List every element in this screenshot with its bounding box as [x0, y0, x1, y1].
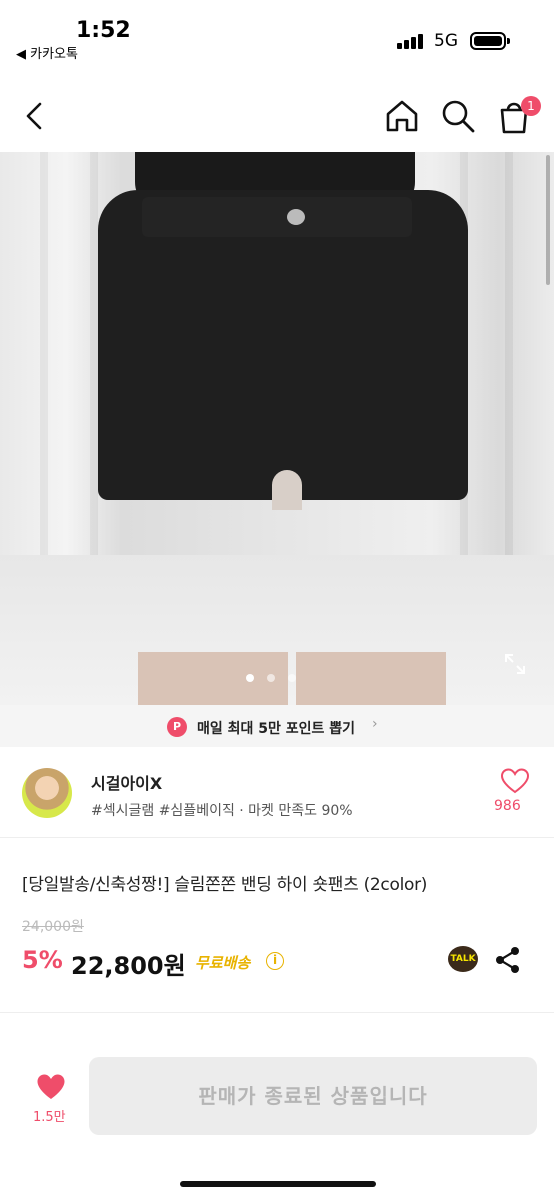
seller-favorite-count: 986	[494, 798, 521, 814]
gallery-dot[interactable]	[288, 674, 296, 682]
free-shipping-label: 무료배송	[195, 954, 251, 972]
home-icon[interactable]	[382, 96, 422, 136]
product-photo-button	[287, 209, 305, 225]
original-price: 24,000원	[22, 919, 84, 935]
product-photo-waistband	[142, 197, 412, 237]
top-nav	[0, 80, 554, 150]
search-icon[interactable]	[438, 96, 478, 136]
section-divider	[0, 1012, 554, 1013]
share-icon[interactable]	[495, 946, 521, 974]
info-icon[interactable]: i	[266, 952, 284, 970]
product-title: [당일발송/신축성짱!] 슬림쫀쫀 밴딩 하이 숏팬츠 (2color)	[22, 875, 428, 895]
seller-avatar[interactable]	[22, 768, 72, 818]
heart-outline-icon[interactable]	[500, 768, 530, 794]
seller-tags: #섹시글램 #심플베이직 · 마켓 만족도 90%	[91, 803, 353, 819]
back-arrow-icon[interactable]	[14, 96, 54, 136]
seller-name[interactable]: 시걸아이X	[91, 770, 162, 794]
gallery-dots	[246, 667, 309, 686]
sale-price: 22,800원	[71, 952, 186, 980]
status-time: 1:52	[76, 18, 131, 43]
back-to-app-link[interactable]: ◀ 카카오톡	[16, 43, 78, 62]
kakao-talk-icon[interactable]: TALK	[448, 946, 478, 972]
gallery-dot[interactable]	[267, 674, 275, 682]
home-indicator[interactable]	[180, 1181, 376, 1187]
points-banner-text: 매일 최대 5만 포인트 뽑기	[197, 721, 356, 737]
sold-out-button[interactable]: 판매가 종료된 상품입니다	[89, 1057, 537, 1135]
gallery-dot[interactable]	[246, 674, 254, 682]
like-count: 1.5만	[33, 1110, 66, 1125]
chevron-right-icon: ›	[372, 716, 378, 732]
points-banner[interactable]: P 매일 최대 5만 포인트 뽑기 ›	[0, 705, 554, 747]
status-bar: 1:52 ◀ 카카오톡 5G	[0, 0, 554, 70]
product-photo-gap	[272, 470, 302, 510]
cart-count-badge: 1	[521, 96, 541, 116]
network-label: 5G	[434, 31, 458, 51]
product-image-gallery[interactable]	[0, 152, 554, 705]
signal-icon	[397, 33, 425, 49]
product-photo-leg	[296, 652, 446, 705]
expand-icon[interactable]	[503, 652, 527, 676]
scrollbar[interactable]	[546, 155, 550, 285]
seller-section[interactable]: 시걸아이X #섹시글램 #심플베이직 · 마켓 만족도 90% 986	[0, 748, 554, 838]
discount-rate: 5%	[22, 946, 63, 974]
points-icon: P	[167, 717, 187, 737]
battery-icon	[470, 32, 510, 50]
heart-filled-icon[interactable]	[36, 1073, 66, 1101]
